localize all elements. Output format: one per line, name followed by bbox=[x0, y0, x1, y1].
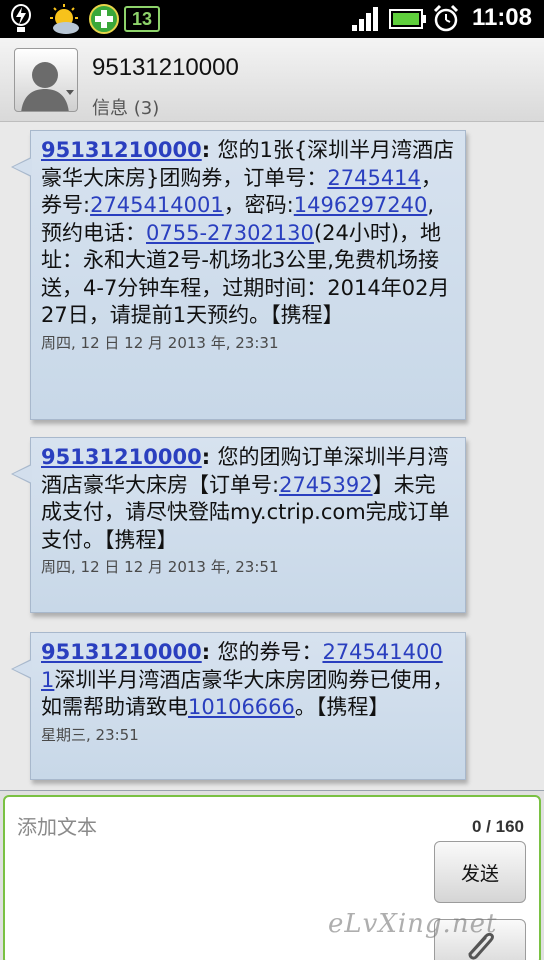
number-link[interactable]: 2745392 bbox=[279, 473, 373, 497]
message-input-placeholder: 添加文本 bbox=[17, 815, 97, 839]
watermark: eLvXing.net bbox=[328, 909, 498, 939]
status-bar: 13 11:08 bbox=[0, 0, 544, 38]
number-link[interactable]: 0755-27302130 bbox=[146, 221, 314, 245]
chevron-down-icon bbox=[66, 90, 74, 95]
message-thread[interactable]: 95131210000: 您的1张{深圳半月湾酒店豪华大床房}团购券，订单号：2… bbox=[0, 122, 544, 790]
message-timestamp: 周四, 12 日 12 月 2013 年, 23:51 bbox=[41, 558, 279, 576]
message-text: 95131210000: 您的券号：2745414001深圳半月湾酒店豪华大床房… bbox=[41, 640, 454, 719]
message-bubble[interactable]: 95131210000: 您的1张{深圳半月湾酒店豪华大床房}团购券，订单号：2… bbox=[11, 130, 466, 420]
message-bubble[interactable]: 95131210000: 您的券号：2745414001深圳半月湾酒店豪华大床房… bbox=[11, 632, 466, 780]
alarm-icon bbox=[433, 4, 459, 32]
sim-icon: 13 bbox=[124, 6, 160, 32]
contact-name: 95131210000 bbox=[92, 54, 239, 81]
number-link[interactable]: 2745414001 bbox=[90, 193, 224, 217]
send-button-label: 发送 bbox=[460, 862, 499, 885]
message-text: 95131210000: 您的1张{深圳半月湾酒店豪华大床房}团购券，订单号：2… bbox=[41, 138, 455, 327]
conversation-header: 95131210000 信息 (3) bbox=[0, 38, 544, 122]
compose-area: 添加文本 0 / 160 发送 eLvXing.net bbox=[0, 790, 544, 960]
sender-link[interactable]: 95131210000 bbox=[41, 138, 202, 162]
number-link[interactable]: 10106666 bbox=[188, 695, 295, 719]
message-timestamp: 周四, 12 日 12 月 2013 年, 23:31 bbox=[41, 333, 279, 352]
add-app-icon bbox=[89, 4, 119, 34]
message-text-segment: 。【携程】 bbox=[294, 695, 390, 719]
contact-avatar[interactable] bbox=[14, 48, 78, 112]
clock-time: 11:08 bbox=[471, 4, 532, 31]
sender-link[interactable]: 95131210000 bbox=[41, 640, 202, 664]
number-link[interactable]: 2745414 bbox=[327, 166, 421, 190]
sender-link[interactable]: 95131210000 bbox=[41, 445, 202, 469]
send-button[interactable]: 发送 bbox=[434, 841, 526, 903]
number-link[interactable]: 1496297240 bbox=[294, 193, 428, 217]
person-icon bbox=[21, 62, 69, 111]
sim-label: 13 bbox=[131, 9, 153, 29]
usb-debug-icon bbox=[11, 4, 31, 32]
message-bubble[interactable]: 95131210000: 您的团购订单深圳半月湾酒店豪华大床房【订单号:2745… bbox=[11, 437, 466, 613]
message-timestamp: 星期三, 23:51 bbox=[41, 725, 139, 744]
weather-icon bbox=[50, 4, 79, 34]
signal-icon bbox=[352, 7, 378, 31]
message-count-label: 信息 (3) bbox=[92, 98, 160, 119]
character-counter: 0 / 160 bbox=[472, 817, 524, 836]
message-text-segment: ，密码: bbox=[223, 193, 294, 217]
message-text-segment: 您的券号： bbox=[217, 640, 323, 664]
message-text: 95131210000: 您的团购订单深圳半月湾酒店豪华大床房【订单号:2745… bbox=[41, 445, 450, 552]
battery-icon bbox=[389, 9, 426, 29]
